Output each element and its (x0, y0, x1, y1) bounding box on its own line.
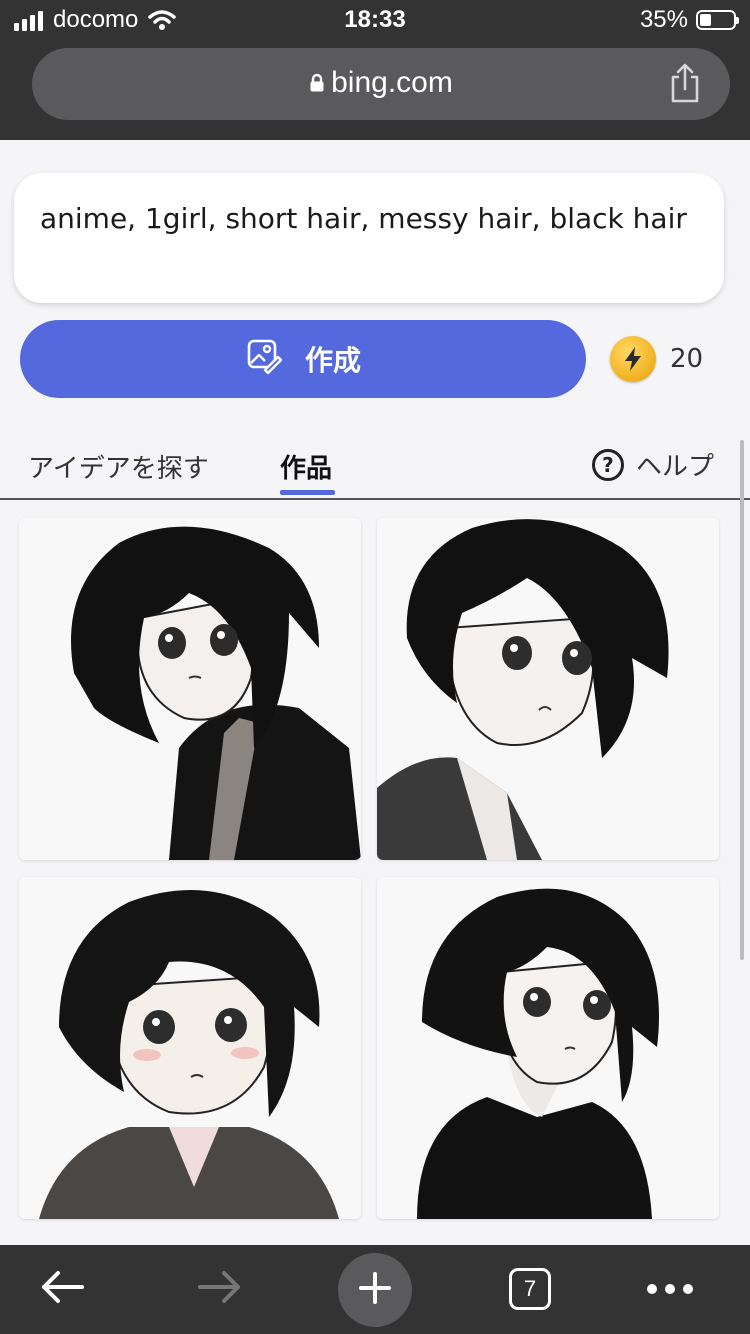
help-link[interactable]: ? ヘルプ (591, 446, 714, 483)
help-icon: ? (591, 448, 624, 481)
status-bar: docomo 18:33 35% (0, 0, 750, 40)
boost-counter[interactable]: 20 (610, 336, 703, 382)
more-dots-icon (646, 1280, 694, 1299)
generated-image-2[interactable] (377, 518, 719, 860)
generated-image-4[interactable] (377, 877, 719, 1219)
create-button[interactable]: 作成 (20, 320, 586, 398)
more-button[interactable] (640, 1259, 700, 1319)
arrow-left-icon (38, 1269, 86, 1309)
generated-image-3[interactable] (19, 877, 361, 1219)
share-icon[interactable] (668, 62, 702, 108)
tabs-button[interactable]: 7 (500, 1259, 560, 1319)
web-page: anime, 1girl, short hair, messy hair, bl… (0, 140, 750, 1245)
plus-icon (358, 1271, 392, 1309)
create-button-label: 作成 (304, 344, 361, 377)
generated-image-1[interactable] (19, 518, 361, 860)
battery-percent: 35% (639, 6, 688, 33)
tab-bar: アイデアを探す 作品 ? ヘルプ (0, 440, 750, 500)
tab-count: 7 (509, 1268, 551, 1310)
help-label: ヘルプ (635, 452, 714, 482)
active-tab-indicator (280, 490, 335, 495)
arrow-right-icon (196, 1269, 244, 1309)
image-create-icon (245, 337, 283, 382)
lock-icon (309, 67, 325, 101)
forward-button[interactable] (190, 1259, 250, 1319)
boost-count: 20 (670, 344, 704, 374)
battery-icon (696, 10, 739, 30)
browser-toolbar: 7 (0, 1245, 750, 1334)
boost-coin-icon (610, 336, 656, 382)
url-display[interactable]: bing.com (32, 66, 730, 101)
status-right: 35% (639, 6, 739, 34)
prompt-input[interactable]: anime, 1girl, short hair, messy hair, bl… (14, 173, 724, 303)
tab-explore-ideas[interactable]: アイデアを探す (28, 448, 209, 485)
url-text: bing.com (331, 66, 453, 99)
browser-chrome: bing.com (0, 40, 750, 140)
tab-creations[interactable]: 作品 (280, 448, 332, 485)
back-button[interactable] (32, 1259, 92, 1319)
new-tab-button[interactable] (338, 1253, 412, 1327)
address-bar[interactable]: bing.com (32, 48, 730, 120)
scrollbar[interactable] (740, 440, 744, 960)
clock: 18:33 (344, 6, 406, 33)
battery-level (700, 14, 712, 26)
